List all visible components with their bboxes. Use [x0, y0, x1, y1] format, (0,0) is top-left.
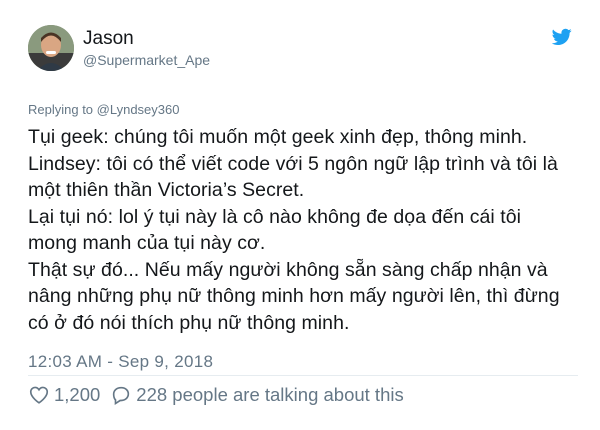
tweet-line: có ở đó nói thích phụ nữ thông minh. — [28, 311, 350, 334]
replying-to: Replying to @Lyndsey360 — [28, 102, 179, 117]
display-name[interactable]: Jason — [83, 28, 134, 50]
tweet-line: Lindsey: tôi có thể viết code với 5 ngôn… — [28, 152, 558, 175]
heart-icon[interactable] — [28, 384, 50, 406]
reply-target-link[interactable]: @Lyndsey360 — [97, 102, 180, 117]
speech-bubble-icon[interactable] — [110, 384, 132, 406]
user-handle[interactable]: @Supermarket_Ape — [83, 52, 210, 68]
tweet-line: một thiên thần Victoria’s Secret. — [28, 179, 305, 201]
tweet-text: Tụi geek: chúng tôi muốn một geek xinh đ… — [28, 124, 588, 336]
tweet-line: mong manh của tụi này cơ. — [28, 232, 266, 254]
divider — [28, 375, 578, 376]
tweet-line: nâng những phụ nữ thông minh hơn mấy ngư… — [28, 285, 560, 307]
like-count: 1,200 — [54, 384, 101, 405]
tweet-header: Jason @Supermarket_Ape — [28, 25, 578, 77]
talking-count[interactable]: 228 people are talking about this — [136, 384, 403, 406]
avatar[interactable] — [28, 25, 74, 71]
tweet-line: Lại tụi nó: lol ý tụi này là cô nào khôn… — [28, 205, 522, 228]
engagement-bar: 1,200 228 people are talking about this — [28, 382, 404, 408]
replying-prefix: Replying to — [28, 102, 97, 117]
tweet-timestamp[interactable]: 12:03 AM - Sep 9, 2018 — [28, 352, 213, 372]
tweet-line: Thật sự đó... Nếu mấy người không sẵn sà… — [28, 258, 548, 281]
twitter-bird-icon[interactable] — [552, 28, 572, 46]
tweet-line: Tụi geek: chúng tôi muốn một geek xinh đ… — [28, 126, 528, 148]
